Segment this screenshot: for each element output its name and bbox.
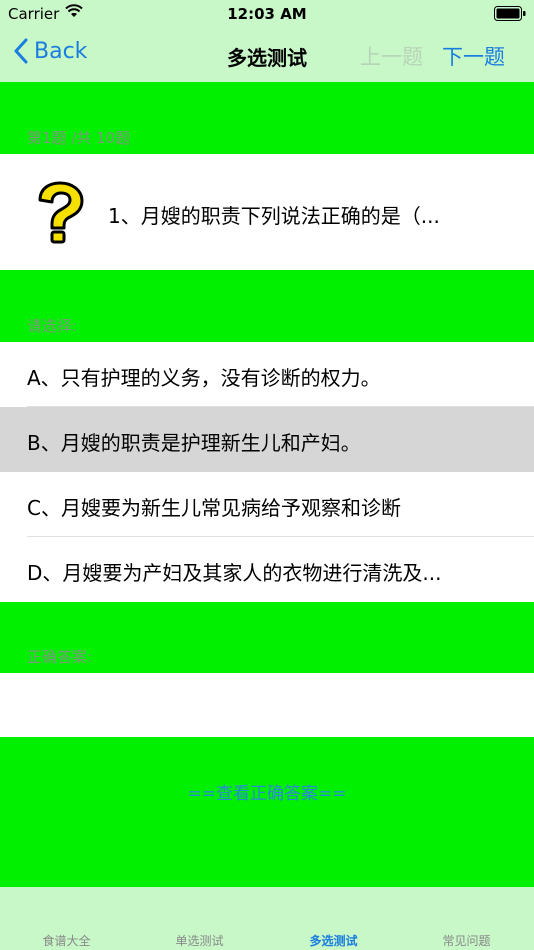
option-d[interactable]: D、月嫂要为产妇及其家人的衣物进行清洗及...: [0, 537, 534, 602]
tab-single-choice[interactable]: 单选测试: [133, 932, 266, 949]
tab-recipes[interactable]: 食谱大全: [0, 932, 133, 949]
question-text: 1、月嫂的职责下列说法正确的是（...: [108, 204, 440, 228]
back-button[interactable]: Back: [14, 38, 87, 64]
option-text: B、月嫂的职责是护理新生儿和产妇。: [27, 431, 361, 455]
choose-label: 请选择:: [27, 317, 78, 335]
progress-band: 第1题 /共 10题: [0, 82, 534, 154]
prev-question-button[interactable]: 上一题: [360, 41, 423, 71]
answer-area: [0, 673, 534, 737]
status-time: 12:03 AM: [227, 5, 307, 23]
nav-bar: Back 多选测试 上一题 下一题: [0, 28, 534, 82]
question-row: 1、月嫂的职责下列说法正确的是（...: [0, 154, 534, 270]
status-bar: Carrier 12:03 AM: [0, 0, 534, 28]
option-text: D、月嫂要为产妇及其家人的衣物进行清洗及...: [27, 561, 442, 585]
show-answer-label: ==查看正确答案==: [187, 784, 347, 804]
progress-label: 第1题 /共 10题: [27, 129, 131, 147]
tab-multi-choice[interactable]: 多选测试: [267, 932, 400, 949]
answer-band: 正确答案:: [0, 602, 534, 673]
option-a[interactable]: A、只有护理的义务，没有诊断的权力。: [0, 342, 534, 407]
question-mark-icon: [30, 180, 90, 248]
battery-icon: [494, 6, 526, 21]
choose-band: 请选择:: [0, 270, 534, 342]
option-text: C、月嫂要为新生儿常见病给予观察和诊断: [27, 496, 401, 520]
option-text: A、只有护理的义务，没有诊断的权力。: [27, 366, 381, 390]
tab-faq[interactable]: 常见问题: [400, 932, 533, 949]
show-answer-button[interactable]: ==查看正确答案==: [0, 737, 534, 887]
tab-bar: 食谱大全 单选测试 多选测试 常见问题: [0, 887, 534, 950]
chevron-left-icon: [14, 38, 28, 64]
option-c[interactable]: C、月嫂要为新生儿常见病给予观察和诊断: [0, 472, 534, 537]
option-b[interactable]: B、月嫂的职责是护理新生儿和产妇。: [0, 407, 534, 472]
next-question-button[interactable]: 下一题: [442, 41, 505, 71]
answer-label: 正确答案:: [27, 648, 93, 666]
back-label: Back: [34, 38, 88, 64]
